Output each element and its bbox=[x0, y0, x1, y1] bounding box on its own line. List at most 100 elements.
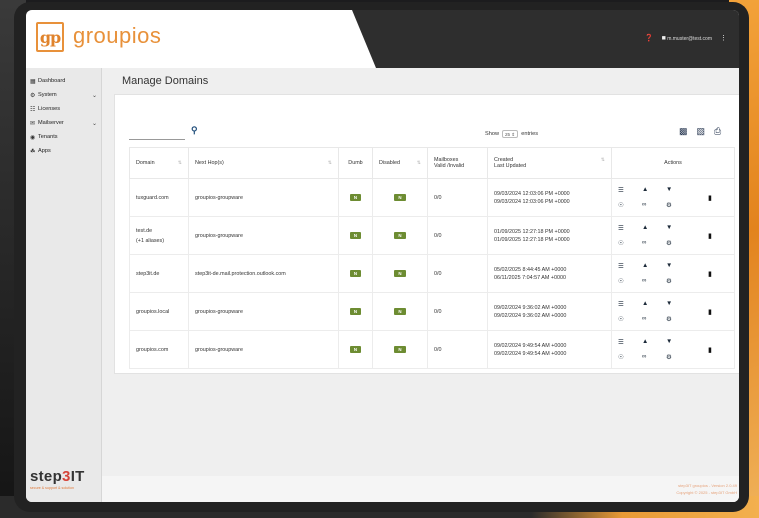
updated-date: 06/11/2025 7:04:57 AM +0000 bbox=[494, 274, 566, 281]
trash-icon[interactable]: ▮ bbox=[708, 232, 712, 240]
thumbs-up-icon[interactable]: ▲ bbox=[642, 300, 666, 308]
export-excel-icon[interactable]: ▩ bbox=[679, 126, 688, 137]
export-pdf-icon[interactable]: ▧ bbox=[697, 126, 706, 137]
cell-mailboxes: 0/0 bbox=[427, 330, 488, 369]
sidebar-item-label: Apps bbox=[38, 148, 51, 154]
cell-dumb: N bbox=[338, 254, 373, 293]
gear-icon[interactable]: ⚙ bbox=[666, 239, 690, 247]
cell-actions: ☰ ▲ ▼ ☉ ∞ ⚙ ▮ bbox=[611, 216, 735, 255]
globe-icon[interactable]: ☉ bbox=[618, 201, 642, 209]
sidebar-item-tenants[interactable]: ◉ Tenants bbox=[26, 130, 101, 144]
gear-icon[interactable]: ⚙ bbox=[666, 353, 690, 361]
globe-icon[interactable]: ☉ bbox=[618, 353, 642, 361]
domain-name: groupios.com bbox=[136, 346, 169, 353]
gear-icon[interactable]: ⚙ bbox=[666, 277, 690, 285]
thumbs-down-icon[interactable]: ▼ bbox=[666, 262, 690, 270]
cell-disabled: N bbox=[372, 330, 428, 369]
gear-icon[interactable]: ⚙ bbox=[666, 315, 690, 323]
print-icon[interactable]: ⎙ bbox=[714, 126, 721, 137]
thumbs-up-icon[interactable]: ▲ bbox=[642, 186, 666, 194]
brand-prefix: step bbox=[30, 468, 63, 485]
link-icon[interactable]: ∞ bbox=[642, 277, 666, 285]
thumbs-up-icon[interactable]: ▲ bbox=[642, 338, 666, 346]
trash-icon[interactable]: ▮ bbox=[708, 308, 712, 316]
entries-select[interactable]: 25 ⇕ bbox=[502, 130, 519, 138]
cell-mailboxes: 0/0 bbox=[427, 292, 488, 331]
sidebar-item-licenses[interactable]: ☷ Licenses bbox=[26, 102, 101, 116]
thumbs-down-icon[interactable]: ▼ bbox=[666, 300, 690, 308]
thumbs-down-icon[interactable]: ▼ bbox=[666, 186, 690, 194]
table-row: groupios.com groupios-groupware N N 0/0 09/02… bbox=[129, 330, 735, 369]
top-bar: gp groupios ❓ ■ m.muster@test.com ⋮ bbox=[26, 10, 739, 68]
list-icon[interactable]: ☰ bbox=[618, 186, 642, 194]
user-menu[interactable]: ■ m.muster@test.com bbox=[662, 35, 712, 42]
trash-icon[interactable]: ▮ bbox=[708, 194, 712, 202]
column-next-hop-label: Next Hop(s) bbox=[195, 160, 224, 166]
logo-mark[interactable]: gp bbox=[36, 22, 64, 52]
thumbs-down-icon[interactable]: ▼ bbox=[666, 338, 690, 346]
domain-name: tuxguard.com bbox=[136, 194, 169, 201]
column-mailboxes-sublabel: Valid /Invalid bbox=[434, 163, 465, 169]
created-date: 09/02/2024 9:49:54 AM +0000 bbox=[494, 342, 567, 349]
main-content: Manage Domains ⚲ Show 25 ⇕ entries ▩ ▧ ⎙ bbox=[102, 68, 739, 502]
cell-next-hop: groupios-groupware bbox=[188, 216, 339, 255]
column-next-hop[interactable]: Next Hop(s) ⇅ bbox=[188, 147, 339, 179]
help-icon[interactable]: ❓ bbox=[645, 34, 654, 42]
globe-icon[interactable]: ☉ bbox=[618, 315, 642, 323]
table-row: step3it.de step3it-de.mail.protection.out… bbox=[129, 254, 735, 293]
sidebar-item-mailserver[interactable]: ✉ Mailserver ⌄ bbox=[26, 116, 101, 130]
sort-icon[interactable]: ⇅ bbox=[417, 160, 421, 166]
sidebar-item-label: Mailserver bbox=[38, 120, 64, 126]
trash-icon[interactable]: ▮ bbox=[708, 270, 712, 278]
logo-text[interactable]: groupios bbox=[73, 23, 161, 49]
column-mailboxes[interactable]: Mailboxes Valid /Invalid bbox=[427, 147, 488, 179]
trash-icon[interactable]: ▮ bbox=[708, 346, 712, 354]
updated-date: 09/02/2024 9:36:02 AM +0000 bbox=[494, 312, 567, 319]
column-dumb-label: Dumb bbox=[348, 160, 363, 166]
search-icon[interactable]: ⚲ bbox=[191, 125, 198, 136]
list-icon[interactable]: ☰ bbox=[618, 300, 642, 308]
column-updated-label: Last Updated bbox=[494, 163, 527, 169]
globe-icon[interactable]: ☉ bbox=[618, 239, 642, 247]
updated-date: 09/02/2024 9:49:54 AM +0000 bbox=[494, 350, 567, 357]
sidebar-item-apps[interactable]: ☘ Apps bbox=[26, 144, 101, 158]
cell-next-hop: step3it-de.mail.protection.outlook.com bbox=[188, 254, 339, 293]
sort-icon[interactable]: ⇅ bbox=[178, 160, 182, 166]
link-icon[interactable]: ∞ bbox=[642, 315, 666, 323]
column-disabled-label: Disabled bbox=[379, 160, 400, 166]
chevron-down-icon[interactable]: ⌄ bbox=[92, 120, 97, 127]
cell-disabled: N bbox=[372, 292, 428, 331]
cell-created: 09/02/2024 9:49:54 AM +0000 09/02/2024 9:… bbox=[487, 330, 612, 369]
link-icon[interactable]: ∞ bbox=[642, 353, 666, 361]
gear-icon[interactable]: ⚙ bbox=[666, 201, 690, 209]
list-icon[interactable]: ☰ bbox=[618, 338, 642, 346]
search-input[interactable] bbox=[129, 132, 185, 140]
link-icon[interactable]: ∞ bbox=[642, 239, 666, 247]
footer-copyright: Copyright © 2025 - step3IT GmbH bbox=[676, 490, 737, 495]
globe-icon[interactable]: ☉ bbox=[618, 277, 642, 285]
column-dumb[interactable]: Dumb bbox=[338, 147, 373, 179]
sort-icon[interactable]: ⇅ bbox=[601, 157, 605, 163]
chevron-down-icon[interactable]: ⌄ bbox=[92, 92, 97, 99]
thumbs-up-icon[interactable]: ▲ bbox=[642, 262, 666, 270]
column-disabled[interactable]: Disabled ⇅ bbox=[372, 147, 428, 179]
domain-aliases: (+1 aliases) bbox=[136, 237, 165, 244]
list-icon[interactable]: ☰ bbox=[618, 262, 642, 270]
more-menu-icon[interactable]: ⋮ bbox=[720, 34, 727, 42]
sidebar-item-dashboard[interactable]: ▦ Dashboard bbox=[26, 74, 101, 88]
footer-version: step3IT groupios - Version 2.0.49 bbox=[678, 483, 737, 488]
list-icon[interactable]: ☰ bbox=[618, 224, 642, 232]
sidebar-item-label: System bbox=[38, 92, 57, 98]
cell-created: 09/03/2024 12:03:06 PM +0000 09/03/2024 1… bbox=[487, 178, 612, 217]
thumbs-down-icon[interactable]: ▼ bbox=[666, 224, 690, 232]
column-domain[interactable]: Domain ⇅ bbox=[129, 147, 189, 179]
dashboard-icon: ▦ bbox=[30, 78, 36, 85]
link-icon[interactable]: ∞ bbox=[642, 201, 666, 209]
cell-actions: ☰ ▲ ▼ ☉ ∞ ⚙ ▮ bbox=[611, 178, 735, 217]
sort-icon[interactable]: ⇅ bbox=[328, 160, 332, 166]
column-created[interactable]: Created ⇅ Last Updated bbox=[487, 147, 612, 179]
thumbs-up-icon[interactable]: ▲ bbox=[642, 224, 666, 232]
created-date: 05/02/2025 8:44:45 AM +0000 bbox=[494, 266, 567, 273]
brand-suffix: IT bbox=[70, 468, 85, 485]
sidebar-item-system[interactable]: ⚙ System ⌄ bbox=[26, 88, 101, 102]
